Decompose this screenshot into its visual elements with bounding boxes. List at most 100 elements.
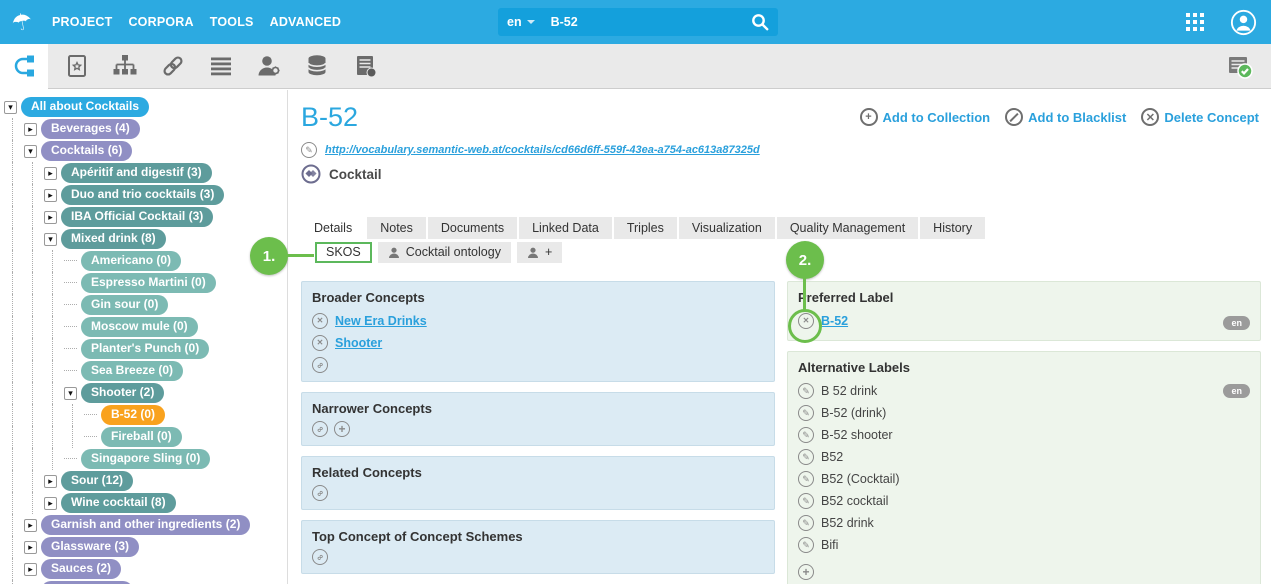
poolparty-window: ☂ PROJECT CORPORA TOOLS ADVANCED en B-52 — [0, 0, 1271, 584]
tab[interactable]: Linked Data — [519, 217, 612, 239]
add-to-collection-button[interactable]: + Add to Collection — [860, 108, 991, 126]
poolparty-umbrella-logo[interactable]: ☂ — [0, 4, 46, 40]
tree-collapse-toggle[interactable] — [64, 387, 77, 400]
tree-indent — [4, 140, 24, 162]
tree-expand-toggle[interactable] — [44, 211, 57, 224]
tree-row: Sour (12) — [0, 470, 287, 492]
tree-node[interactable]: Sauces (2) — [41, 559, 121, 578]
alternative-label: Bifi — [821, 538, 838, 552]
edit-uri-icon[interactable] — [301, 142, 317, 158]
tree-node[interactable]: Duo and trio cocktails (3) — [61, 185, 224, 204]
hierarchy-icon[interactable] — [112, 53, 138, 79]
subtab-skos[interactable]: SKOS — [315, 242, 372, 263]
tree-node[interactable]: Beverages (4) — [41, 119, 140, 138]
remove-relation-icon[interactable] — [312, 335, 328, 351]
tree-expand-toggle[interactable] — [44, 475, 57, 488]
tree-connector — [64, 272, 77, 294]
tree-collapse-toggle[interactable] — [44, 233, 57, 246]
tree-node-partial[interactable] — [0, 580, 287, 584]
nav-menu-item[interactable]: CORPORA — [128, 15, 193, 29]
tree-node[interactable]: Gin sour (0) — [81, 295, 168, 314]
tree-collapse-toggle[interactable] — [24, 145, 37, 158]
tab[interactable]: Notes — [367, 217, 426, 239]
link-icon[interactable] — [160, 53, 186, 79]
list-icon[interactable] — [208, 53, 234, 79]
edit-label-icon[interactable] — [798, 515, 814, 531]
tree-node[interactable]: Shooter (2) — [81, 383, 164, 402]
tree-node[interactable]: Fireball (0) — [101, 427, 182, 446]
link-concept-icon[interactable] — [312, 357, 328, 373]
tree-node[interactable]: IBA Official Cocktail (3) — [61, 207, 213, 226]
user-avatar-icon[interactable] — [1230, 9, 1257, 36]
global-search[interactable]: en B-52 — [498, 8, 778, 36]
delete-concept-button[interactable]: ✕ Delete Concept — [1141, 108, 1259, 126]
add-to-blacklist-button[interactable]: Add to Blacklist — [1005, 108, 1126, 126]
document-star-icon[interactable] — [64, 53, 90, 79]
tree-node[interactable]: Sour (12) — [61, 471, 133, 490]
repository-lock-icon[interactable] — [352, 53, 378, 79]
remove-relation-icon[interactable] — [312, 313, 328, 329]
tree-expand-toggle[interactable] — [44, 497, 57, 510]
link-concept-icon[interactable] — [312, 549, 328, 565]
tree-node[interactable]: Cocktails (6) — [41, 141, 132, 160]
tree-node[interactable]: Sea Breeze (0) — [81, 361, 183, 380]
tree-expand-toggle[interactable] — [24, 563, 37, 576]
tree-node[interactable]: Americano (0) — [81, 251, 181, 270]
sync-status-icon[interactable] — [1227, 53, 1253, 79]
tree-node[interactable]: Apéritif and digestif (3) — [61, 163, 212, 182]
broader-concept-link[interactable]: Shooter — [335, 336, 382, 350]
tree-expand-toggle[interactable] — [24, 123, 37, 136]
edit-label-icon[interactable] — [798, 427, 814, 443]
tree-indent — [4, 536, 24, 558]
tree-node[interactable]: All about Cocktails — [21, 97, 149, 116]
edit-label-icon[interactable] — [798, 449, 814, 465]
tab[interactable]: History — [920, 217, 985, 239]
link-concept-icon[interactable] — [312, 421, 328, 437]
tree-node[interactable]: Garnish and other ingredients (2) — [41, 515, 250, 534]
broader-concept-link[interactable]: New Era Drinks — [335, 314, 427, 328]
tree-expand-toggle[interactable] — [24, 519, 37, 532]
nav-menu-item[interactable]: ADVANCED — [270, 15, 342, 29]
tab[interactable]: Quality Management — [777, 217, 918, 239]
tree-connector — [64, 360, 77, 382]
tree-node[interactable]: Wine cocktail (8) — [61, 493, 176, 512]
tree-node[interactable]: Glassware (3) — [41, 537, 139, 556]
tree-node[interactable]: Planter's Punch (0) — [81, 339, 209, 358]
search-language-select[interactable]: en — [507, 15, 535, 29]
subtab-add-schema[interactable]: + — [517, 242, 562, 263]
tree-expand-toggle[interactable] — [44, 167, 57, 180]
tab[interactable]: Visualization — [679, 217, 775, 239]
database-icon[interactable] — [304, 53, 330, 79]
tree-indent — [4, 426, 84, 448]
tab[interactable]: Details — [301, 217, 365, 239]
add-concept-icon[interactable] — [334, 421, 350, 437]
add-label-icon[interactable] — [798, 564, 814, 580]
subtab-cocktail-ontology[interactable]: Cocktail ontology — [378, 242, 511, 263]
edit-label-icon[interactable] — [798, 493, 814, 509]
tab[interactable]: Triples — [614, 217, 677, 239]
tree-node[interactable]: Singapore Sling (0) — [81, 449, 210, 468]
tree-node[interactable]: B-52 (0) — [101, 405, 165, 424]
app-grid-icon[interactable] — [1186, 13, 1204, 31]
tree-indent — [4, 118, 24, 140]
edit-label-icon[interactable] — [798, 471, 814, 487]
preferred-label-link[interactable]: B-52 — [821, 314, 848, 328]
edit-label-icon[interactable] — [798, 405, 814, 421]
search-icon[interactable] — [751, 13, 769, 31]
tree-collapse-toggle[interactable] — [4, 101, 17, 114]
tree-node[interactable]: Mixed drink (8) — [61, 229, 166, 248]
concept-uri-link[interactable]: http://vocabulary.semantic-web.at/cockta… — [325, 144, 760, 156]
taxonomy-icon[interactable] — [0, 44, 48, 89]
nav-menu-item[interactable]: PROJECT — [52, 15, 112, 29]
nav-menu-item[interactable]: TOOLS — [210, 15, 254, 29]
edit-label-icon[interactable] — [798, 537, 814, 553]
link-concept-icon[interactable] — [312, 485, 328, 501]
tree-expand-toggle[interactable] — [44, 189, 57, 202]
edit-label-icon[interactable] — [798, 383, 814, 399]
tab[interactable]: Documents — [428, 217, 517, 239]
user-settings-icon[interactable] — [256, 53, 282, 79]
tree-node[interactable]: Espresso Martini (0) — [81, 273, 216, 292]
search-input[interactable]: B-52 — [551, 15, 751, 29]
tree-node[interactable]: Moscow mule (0) — [81, 317, 198, 336]
tree-expand-toggle[interactable] — [24, 541, 37, 554]
